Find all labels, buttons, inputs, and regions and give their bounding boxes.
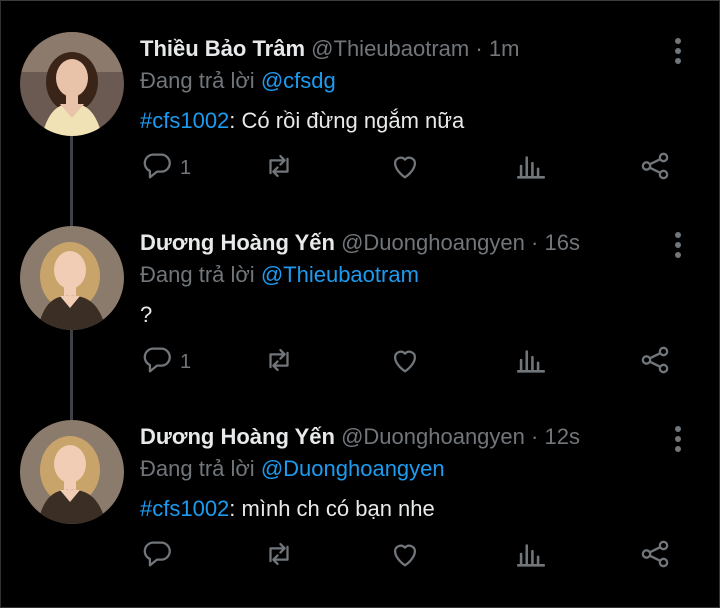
timestamp[interactable]: 1m — [489, 36, 520, 61]
reply-button[interactable] — [140, 536, 180, 576]
user-handle[interactable]: @Duonghoangyen — [341, 424, 525, 449]
tweet-header: Thiều Bảo Trâm @Thieubaotram · 1m — [140, 36, 519, 62]
display-name[interactable]: Dương Hoàng Yến — [140, 230, 335, 255]
tweet-body: : Có rồi đừng ngắm nữa — [229, 108, 465, 133]
more-icon[interactable] — [666, 424, 690, 454]
tweet-header: Dương Hoàng Yến @Duonghoangyen · 16s — [140, 230, 580, 256]
tweet-text: ? — [140, 302, 152, 328]
tweet-header: Dương Hoàng Yến @Duonghoangyen · 12s — [140, 424, 580, 450]
user-handle[interactable]: @Thieubaotram — [311, 36, 469, 61]
tweet[interactable]: Dương Hoàng Yến @Duonghoangyen · 16s Đan… — [0, 220, 720, 414]
mention-link[interactable]: @cfsdg — [261, 68, 336, 93]
separator: · — [475, 36, 483, 61]
separator: · — [531, 424, 539, 449]
display-name[interactable]: Dương Hoàng Yến — [140, 424, 335, 449]
replying-to: Đang trả lời @Duonghoangyen — [140, 456, 445, 482]
reply-count: 1 — [180, 156, 192, 179]
reply-button[interactable]: 1 — [140, 148, 191, 188]
reply-icon — [140, 343, 174, 382]
share-button[interactable] — [638, 148, 672, 188]
replying-prefix: Đang trả lời — [140, 68, 255, 93]
replying-to: Đang trả lời @Thieubaotram — [140, 262, 419, 288]
tweet-actions: 1 — [0, 342, 720, 382]
tweet-actions: 1 — [0, 148, 720, 188]
retweet-button[interactable] — [262, 148, 296, 188]
tweet-body: : mình ch có bạn nhe — [229, 496, 435, 521]
mention-link[interactable]: @Thieubaotram — [261, 262, 419, 287]
share-button[interactable] — [638, 342, 672, 382]
tweet-actions — [0, 536, 720, 576]
more-icon[interactable] — [666, 36, 690, 66]
tweet-body: ? — [140, 302, 153, 327]
avatar[interactable] — [20, 226, 124, 330]
hashtag-link[interactable]: #cfs1002 — [140, 496, 229, 521]
display-name[interactable]: Thiều Bảo Trâm — [140, 36, 305, 61]
views-button[interactable] — [514, 536, 548, 576]
views-icon — [514, 149, 548, 188]
share-icon — [638, 537, 672, 576]
separator: · — [531, 230, 539, 255]
tweet-text: #cfs1002: mình ch có bạn nhe — [140, 496, 435, 522]
reply-button[interactable]: 1 — [140, 342, 191, 382]
avatar[interactable] — [20, 32, 124, 136]
share-button[interactable] — [638, 536, 672, 576]
reply-icon — [140, 537, 174, 576]
mention-link[interactable]: @Duonghoangyen — [261, 456, 445, 481]
timestamp[interactable]: 16s — [544, 230, 579, 255]
replying-prefix: Đang trả lời — [140, 262, 255, 287]
retweet-button[interactable] — [262, 536, 296, 576]
share-icon — [638, 149, 672, 188]
views-button[interactable] — [514, 148, 548, 188]
timestamp[interactable]: 12s — [544, 424, 579, 449]
views-icon — [514, 343, 548, 382]
retweet-icon — [262, 343, 296, 382]
like-icon — [388, 537, 422, 576]
like-button[interactable] — [388, 148, 422, 188]
tweet[interactable]: Thiều Bảo Trâm @Thieubaotram · 1m Đang t… — [0, 26, 720, 220]
more-icon[interactable] — [666, 230, 690, 260]
like-button[interactable] — [388, 536, 422, 576]
tweet[interactable]: Dương Hoàng Yến @Duonghoangyen · 12s Đan… — [0, 414, 720, 608]
like-icon — [388, 149, 422, 188]
avatar[interactable] — [20, 420, 124, 524]
share-icon — [638, 343, 672, 382]
views-icon — [514, 537, 548, 576]
like-icon — [388, 343, 422, 382]
like-button[interactable] — [388, 342, 422, 382]
user-handle[interactable]: @Duonghoangyen — [341, 230, 525, 255]
retweet-icon — [262, 149, 296, 188]
tweet-text: #cfs1002: Có rồi đừng ngắm nữa — [140, 108, 464, 134]
retweet-button[interactable] — [262, 342, 296, 382]
hashtag-link[interactable]: #cfs1002 — [140, 108, 229, 133]
replying-to: Đang trả lời @cfsdg — [140, 68, 336, 94]
reply-count: 1 — [180, 350, 192, 373]
reply-icon — [140, 149, 174, 188]
retweet-icon — [262, 537, 296, 576]
views-button[interactable] — [514, 342, 548, 382]
replying-prefix: Đang trả lời — [140, 456, 255, 481]
